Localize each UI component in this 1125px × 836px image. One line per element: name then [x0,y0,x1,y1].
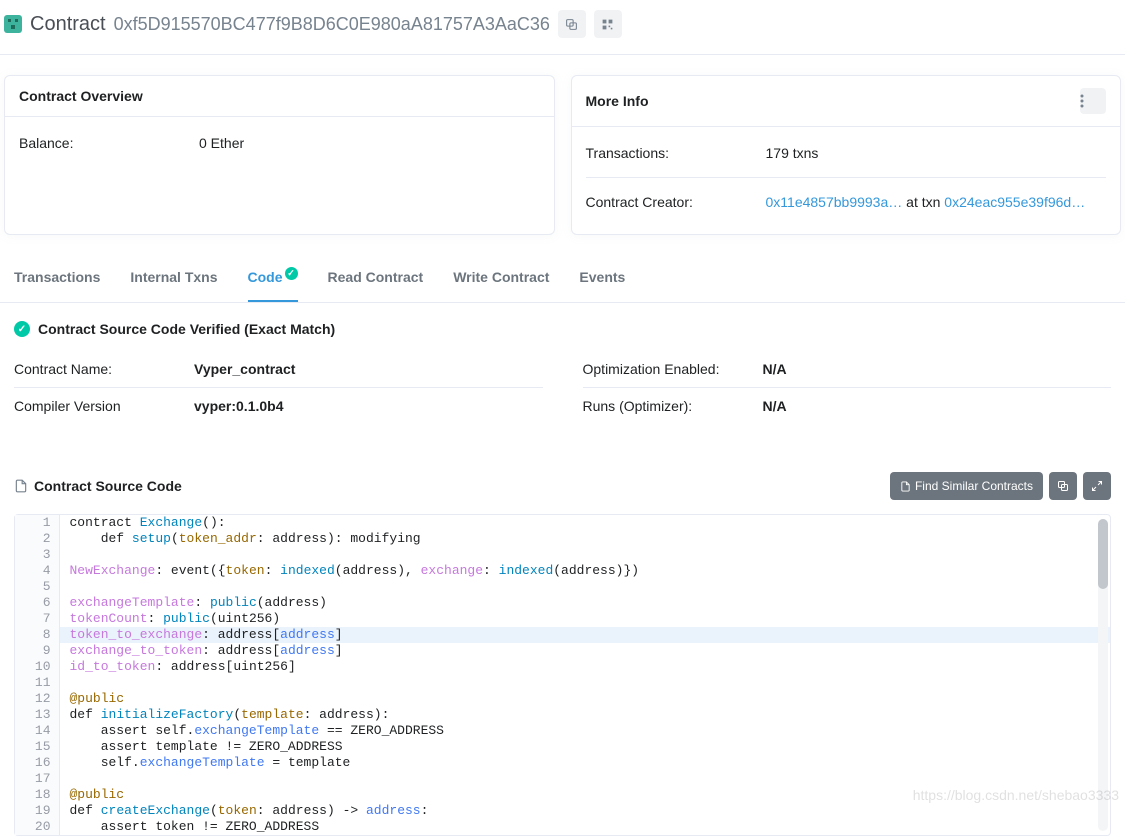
code-line: 7tokenCount: public(uint256) [15,611,1110,627]
code-line: 12@public [15,691,1110,707]
contract-name-label: Contract Name: [14,361,194,377]
moreinfo-title: More Info [586,93,649,109]
code-line: 9exchange_to_token: address[address] [15,643,1110,659]
contract-identicon [4,15,22,33]
tab-read-contract[interactable]: Read Contract [328,255,424,302]
code-line: 8token_to_exchange: address[address] [15,627,1110,643]
tab-code[interactable]: Code✓ [248,255,298,302]
code-line: 5 [15,579,1110,595]
qr-code-button[interactable] [594,10,622,38]
code-line: 10id_to_token: address[uint256] [15,659,1110,675]
code-line: 19def createExchange(token: address) -> … [15,803,1110,819]
find-similar-button[interactable]: Find Similar Contracts [890,472,1043,500]
at-txn-text: at txn [902,194,944,210]
page-heading: Contract [30,13,106,36]
code-line: 20 assert token != ZERO_ADDRESS [15,819,1110,835]
copy-source-button[interactable] [1049,472,1077,500]
more-info-menu-button[interactable] [1080,88,1106,114]
creator-address-link[interactable]: 0x11e4857bb9993a… [766,194,903,210]
tab-write-contract[interactable]: Write Contract [453,255,549,302]
compiler-label: Compiler Version [14,398,194,414]
verified-badge-icon: ✓ [285,267,298,280]
optimization-value: N/A [763,361,1112,377]
code-scrollbar[interactable] [1098,519,1108,831]
tab-internal-txns[interactable]: Internal Txns [130,255,217,302]
verified-check-icon: ✓ [14,321,30,337]
verified-text: Contract Source Code Verified (Exact Mat… [38,321,335,337]
code-line: 1contract Exchange(): [15,515,1110,531]
tab-transactions[interactable]: Transactions [14,255,100,302]
copy-address-button[interactable] [558,10,586,38]
code-line: 15 assert template != ZERO_ADDRESS [15,739,1110,755]
optimization-label: Optimization Enabled: [583,361,763,377]
overview-title: Contract Overview [19,88,143,104]
runs-label: Runs (Optimizer): [583,398,763,414]
contract-name-value: Vyper_contract [194,361,543,377]
code-line: 3 [15,547,1110,563]
creation-txn-link[interactable]: 0x24eac955e39f96d… [944,194,1085,210]
code-line: 13def initializeFactory(template: addres… [15,707,1110,723]
contract-address: 0xf5D915570BC477f9B8D6C0E980aA81757A3AaC… [114,14,550,35]
code-line: 11 [15,675,1110,691]
txns-value: 179 txns [766,145,1107,161]
watermark: https://blog.csdn.net/shebao3333 [913,787,1119,803]
balance-value: 0 Ether [199,135,540,151]
source-code-title: Contract Source Code [34,478,182,494]
expand-source-button[interactable] [1083,472,1111,500]
code-line: 17 [15,771,1110,787]
code-line: 14 assert self.exchangeTemplate == ZERO_… [15,723,1110,739]
balance-label: Balance: [19,135,199,151]
contract-overview-card: Contract Overview Balance: 0 Ether [4,75,555,235]
tab-events[interactable]: Events [579,255,625,302]
compiler-value: vyper:0.1.0b4 [194,398,543,414]
code-line: 6exchangeTemplate: public(address) [15,595,1110,611]
creator-label: Contract Creator: [586,194,766,210]
tab-bar: Transactions Internal Txns Code✓ Read Co… [0,255,1125,303]
code-line: 4NewExchange: event({token: indexed(addr… [15,563,1110,579]
more-info-card: More Info Transactions: 179 txns Contrac… [571,75,1122,235]
txns-label: Transactions: [586,145,766,161]
runs-value: N/A [763,398,1112,414]
code-line: 16 self.exchangeTemplate = template [15,755,1110,771]
file-icon [14,479,28,493]
code-line: 2 def setup(token_addr: address): modify… [15,531,1110,547]
